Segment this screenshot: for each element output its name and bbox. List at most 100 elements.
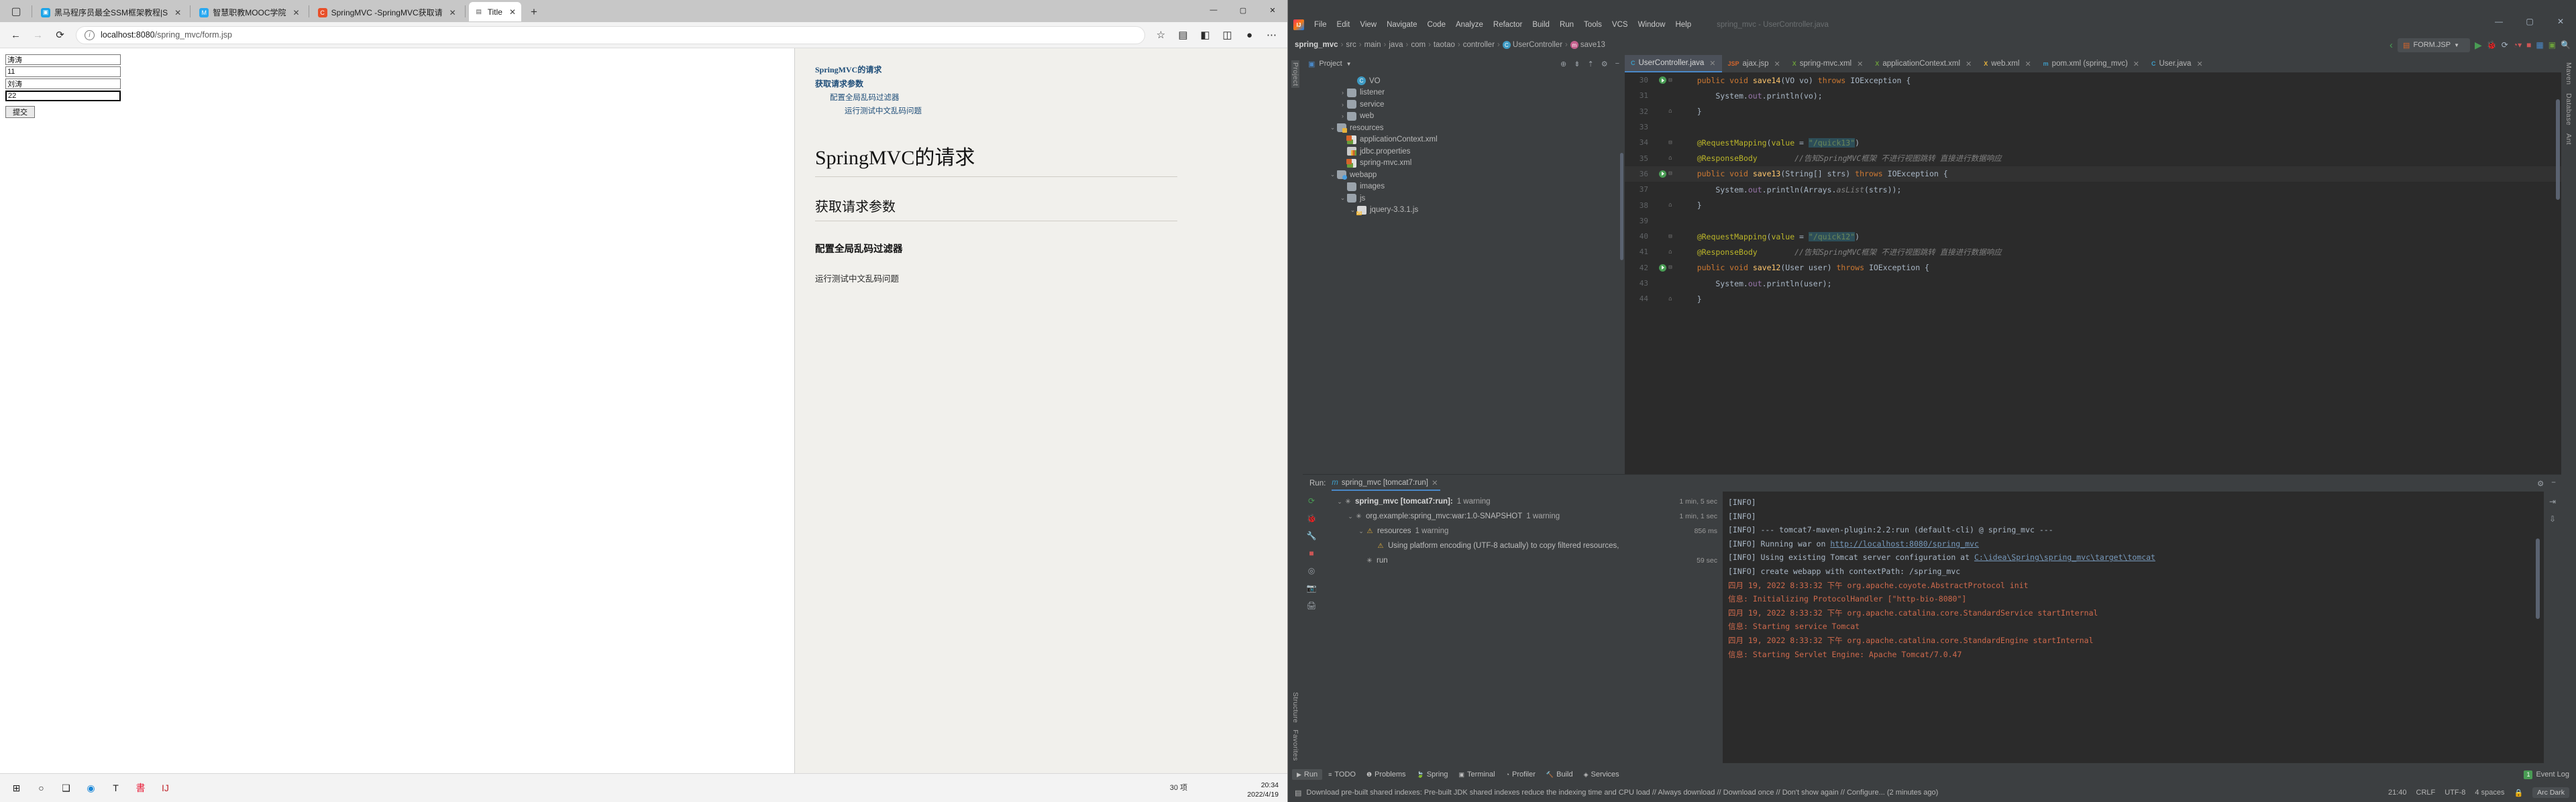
menu-item-help[interactable]: Help xyxy=(1670,19,1696,31)
line-separator[interactable]: CRLF xyxy=(2416,789,2436,797)
toc-link[interactable]: 运行测试中文乱码问题 xyxy=(845,105,1287,118)
code-line[interactable]: 37 System.out.println(Arrays.asList(strs… xyxy=(1625,182,2561,197)
settings-icon[interactable]: ⚙ xyxy=(2537,479,2544,488)
code-line[interactable]: 38 ⌂ } xyxy=(1625,197,2561,213)
submit-button[interactable]: 提交 xyxy=(5,106,35,118)
breadcrumb-item[interactable]: controller xyxy=(1463,41,1495,49)
editor-gutter[interactable]: ⌂ xyxy=(1653,296,1678,302)
name-input-2[interactable] xyxy=(5,78,121,89)
code-line[interactable]: 34 ⊟ @RequestMapping(value = "/quick13") xyxy=(1625,135,2561,150)
project-tree-node[interactable]: › service xyxy=(1303,99,1625,111)
breadcrumb-item[interactable]: main xyxy=(1364,41,1381,49)
tool-window-structure[interactable]: Structure xyxy=(1291,690,1299,725)
tab-close-icon[interactable]: ✕ xyxy=(174,8,181,17)
menu-item-view[interactable]: View xyxy=(1355,19,1381,31)
indent-setting[interactable]: 4 spaces xyxy=(2475,789,2504,797)
code-line[interactable]: 35 ⌂ @ResponseBody //告知SpringMVC框架 不进行视图跳… xyxy=(1625,150,2561,166)
menu-item-code[interactable]: Code xyxy=(1422,19,1450,31)
fold-icon[interactable]: ⌂ xyxy=(1668,249,1672,255)
tool-window-ant[interactable]: Ant xyxy=(2565,131,2573,147)
project-tree-node[interactable]: ⌄jquery-3.3.1.js xyxy=(1303,205,1625,217)
cortana-icon[interactable]: ○ xyxy=(30,777,52,799)
editor-tab-close-icon[interactable]: ✕ xyxy=(1709,59,1715,68)
code-line[interactable]: 44 ⌂ } xyxy=(1625,291,2561,306)
run-gutter-icon[interactable] xyxy=(1659,264,1667,272)
editor-tab-close-icon[interactable]: ✕ xyxy=(2025,60,2031,68)
xiaohongshu-icon[interactable]: 書 xyxy=(129,777,152,799)
ide-minimize-button[interactable]: — xyxy=(2483,12,2514,31)
project-tree-node[interactable]: images xyxy=(1303,181,1625,193)
settings-icon[interactable]: 🔧 xyxy=(1307,531,1317,540)
collections-icon[interactable]: ▤ xyxy=(1173,25,1193,46)
project-tree-node[interactable]: applicationContext.xml xyxy=(1303,134,1625,146)
tree-expander-icon[interactable]: ⌄ xyxy=(1328,171,1337,178)
tree-expander-icon[interactable]: › xyxy=(1338,101,1347,108)
editor-tab-close-icon[interactable]: ✕ xyxy=(1966,60,1972,68)
debug-icon[interactable]: 🐞 xyxy=(1307,514,1317,523)
breadcrumb-item[interactable]: taotao xyxy=(1434,41,1455,49)
coverage-icon[interactable]: ⟳ xyxy=(2502,40,2508,50)
console-output[interactable]: [INFO] [INFO] [INFO] --- tomcat7-maven-plu… xyxy=(1723,492,2544,763)
toc-link[interactable]: SpringMVC的请求 xyxy=(815,63,1287,77)
tab-close-icon[interactable]: ✕ xyxy=(293,8,300,17)
menu-item-file[interactable]: File xyxy=(1309,19,1332,31)
editor-tab[interactable]: m pom.xml (spring_mvc) ✕ xyxy=(2037,55,2145,72)
print-icon[interactable]: 🖨 xyxy=(1306,601,1316,610)
code-line[interactable]: 36 ⊟ public void save13(String[] strs) th… xyxy=(1625,166,2561,182)
project-tree-node[interactable]: ⌄ resources xyxy=(1303,122,1625,134)
collapse-icon[interactable]: ⇡ xyxy=(1587,60,1593,68)
browser-tab[interactable]: ▤ Title ✕ xyxy=(468,2,522,21)
breadcrumb-item[interactable]: spring_mvc xyxy=(1295,41,1338,49)
editor-tab-close-icon[interactable]: ✕ xyxy=(1774,60,1780,68)
fold-icon[interactable]: ⌂ xyxy=(1668,296,1672,302)
tool-window-project[interactable]: Project xyxy=(1291,60,1299,89)
build-icon[interactable]: ▦ xyxy=(2536,40,2543,50)
browser-tab[interactable]: ▣ 黑马程序员最全SSM框架教程|S ✕ xyxy=(36,3,186,21)
maximize-button[interactable]: ▢ xyxy=(1228,0,1258,20)
chevron-down-icon[interactable]: ▼ xyxy=(1346,61,1352,67)
windows-icon[interactable]: ⊞ xyxy=(5,777,28,799)
project-tree-node[interactable]: ⌄ js xyxy=(1303,192,1625,205)
tree-expander-icon[interactable]: ⌄ xyxy=(1356,528,1366,535)
breadcrumb-item[interactable]: src xyxy=(1346,41,1356,49)
camera-icon[interactable]: 📷 xyxy=(1307,583,1317,593)
tool-window-maven[interactable]: Maven xyxy=(2565,60,2573,87)
more-icon[interactable]: ⋯ xyxy=(1261,25,1282,46)
new-tab-button[interactable]: + xyxy=(525,3,543,21)
ide-maximize-button[interactable]: ▢ xyxy=(2514,12,2545,31)
breadcrumb-item[interactable]: C UserController xyxy=(1502,41,1562,50)
editor-gutter[interactable]: ⌂ xyxy=(1653,155,1678,162)
tab-close-icon[interactable]: ✕ xyxy=(509,7,516,17)
event-log-button[interactable]: 1 Event Log xyxy=(2524,770,2569,779)
editor-gutter[interactable]: ⊟ xyxy=(1653,264,1678,272)
breadcrumb-item[interactable]: java xyxy=(1389,41,1403,49)
browser-essentials-icon[interactable]: ◧ xyxy=(1195,25,1216,46)
menu-item-vcs[interactable]: VCS xyxy=(1607,19,1633,31)
code-line[interactable]: 31 System.out.println(vo); xyxy=(1625,88,2561,103)
star-icon[interactable]: ☆ xyxy=(1150,25,1171,46)
profile-icon[interactable]: ● xyxy=(1239,25,1260,46)
fold-icon[interactable]: ⌂ xyxy=(1668,202,1672,209)
profile-icon[interactable]: ◔▾ xyxy=(2513,40,2522,50)
toc-link[interactable]: 获取请求参数 xyxy=(815,77,1287,91)
rerun-icon[interactable]: ⟳ xyxy=(1308,496,1315,506)
stop-icon[interactable]: ■ xyxy=(2526,40,2531,50)
menu-item-run[interactable]: Run xyxy=(1555,19,1578,31)
locate-icon[interactable]: ⊕ xyxy=(1560,60,1566,68)
fold-icon[interactable]: ⊟ xyxy=(1668,77,1672,84)
tool-tab-problems[interactable]: ❶ Problems xyxy=(1362,769,1411,780)
console-link[interactable]: C:\idea\Spring\spring_mvc\target\tomcat xyxy=(1974,553,2155,562)
tree-expander-icon[interactable]: › xyxy=(1338,89,1347,96)
edge-icon[interactable]: ◉ xyxy=(80,777,102,799)
debug-icon[interactable]: 🐞 xyxy=(2487,40,2497,50)
toc-link[interactable]: 配置全局乱码过滤器 xyxy=(830,91,1287,105)
caret-position[interactable]: 21:40 xyxy=(2388,789,2407,797)
run-icon[interactable]: ▶ xyxy=(2475,40,2482,51)
menu-item-window[interactable]: Window xyxy=(1633,19,1670,31)
name-input-1[interactable] xyxy=(5,54,121,65)
project-scrollbar[interactable] xyxy=(1620,153,1623,260)
fold-icon[interactable]: ⊟ xyxy=(1668,170,1672,177)
editor-tab[interactable]: C UserController.java ✕ xyxy=(1625,55,1722,72)
code-line[interactable]: 33 xyxy=(1625,119,2561,135)
breadcrumb-item[interactable]: m save13 xyxy=(1570,41,1605,50)
